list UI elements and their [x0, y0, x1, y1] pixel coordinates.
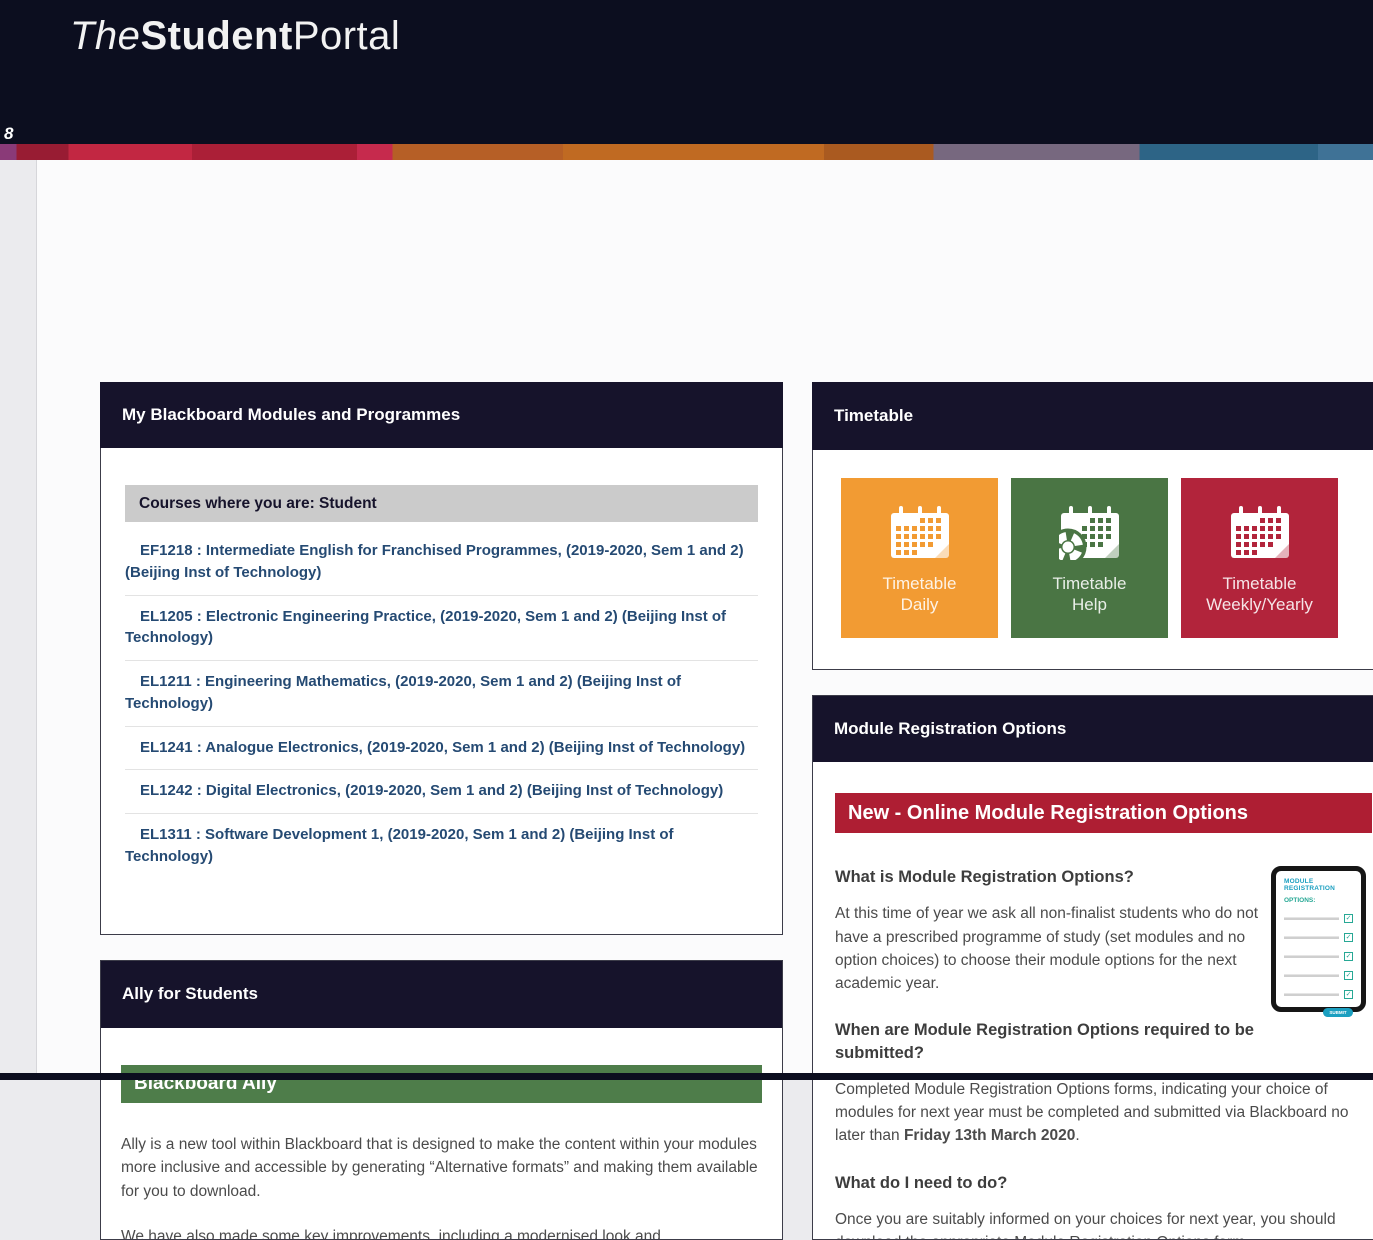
calendar-help-icon	[1059, 506, 1121, 560]
new-online-module-registration-banner: New - Online Module Registration Options	[835, 793, 1372, 833]
timetable-tile-row: Timetable Daily	[813, 450, 1373, 638]
logo-portal: Portal	[293, 14, 401, 58]
module-registration-body: New - Online Module Registration Options…	[813, 762, 1373, 1240]
modules-panel: My Blackboard Modules and Programmes Cou…	[100, 382, 783, 935]
ally-body: Ally is a new tool within Blackboard tha…	[121, 1133, 762, 1240]
course-link[interactable]: EF1218 : Intermediate English for Franch…	[125, 530, 758, 596]
section-paragraph: Once you are suitably informed on your c…	[835, 1208, 1372, 1240]
course-link[interactable]: EL1211 : Engineering Mathematics, (2019-…	[125, 661, 758, 727]
checkbox-icon	[1344, 952, 1353, 961]
brand-color-stripe	[0, 144, 1373, 160]
clipboard-row	[1284, 933, 1353, 942]
timetable-help-tile[interactable]: Timetable Help	[1011, 478, 1168, 638]
calendar-icon	[889, 506, 951, 560]
checkbox-icon	[1344, 990, 1353, 999]
timetable-weekly-yearly-tile[interactable]: Timetable Weekly/Yearly	[1181, 478, 1338, 638]
clipboard-heading: MODULE REGISTRATION	[1284, 878, 1353, 892]
course-link[interactable]: EL1311 : Software Development 1, (2019-2…	[125, 814, 758, 879]
course-link[interactable]: EL1241 : Analogue Electronics, (2019-202…	[125, 727, 758, 771]
ally-paragraph: We have also made some key improvements,…	[121, 1225, 762, 1240]
tile-label: Timetable Weekly/Yearly	[1181, 573, 1338, 616]
portal-logo: TheStudentPortal	[70, 14, 400, 59]
ally-paragraph: Ally is a new tool within Blackboard tha…	[121, 1133, 762, 1203]
section-paragraph: Completed Module Registration Options fo…	[835, 1078, 1372, 1148]
clipboard-row	[1284, 971, 1353, 980]
checkbox-icon	[1344, 914, 1353, 923]
bottom-edge-bar	[0, 1073, 1373, 1080]
checkbox-icon	[1344, 933, 1353, 942]
tile-label: Timetable Daily	[841, 573, 998, 616]
section-paragraph: At this time of year we ask all non-fina…	[835, 902, 1271, 995]
module-registration-panel-title: Module Registration Options	[812, 695, 1373, 762]
clipboard-row	[1284, 914, 1353, 923]
clipboard-row	[1284, 990, 1353, 999]
module-registration-panel: Module Registration Options New - Online…	[812, 695, 1373, 1240]
blackboard-ally-banner: Blackboard Ally	[121, 1065, 762, 1103]
stripe-overlay-glyph: 8	[4, 124, 13, 144]
courses-filter-label: Courses where you are: Student	[125, 485, 758, 522]
timetable-daily-tile[interactable]: Timetable Daily	[841, 478, 998, 638]
masthead: TheStudentPortal	[0, 0, 1373, 144]
logo-the: The	[70, 14, 140, 58]
logo-student: Student	[140, 14, 292, 58]
content-area: My Blackboard Modules and Programmes Cou…	[36, 160, 1373, 1080]
ally-panel-title: Ally for Students	[100, 960, 783, 1028]
course-link[interactable]: EL1242 : Digital Electronics, (2019-2020…	[125, 770, 758, 814]
ally-panel: Ally for Students Blackboard Ally Ally i…	[100, 960, 783, 1240]
clipboard-row	[1284, 952, 1353, 961]
checkbox-icon	[1344, 971, 1353, 980]
course-link[interactable]: EL1205 : Electronic Engineering Practice…	[125, 596, 758, 662]
deadline-date: Friday 13th March 2020	[904, 1127, 1075, 1144]
section-heading: What do I need to do?	[835, 1172, 1372, 1194]
clipboard-submit-pill: SUBMIT	[1323, 1008, 1353, 1017]
section-heading: When are Module Registration Options req…	[835, 1019, 1320, 1064]
tile-label: Timetable Help	[1011, 573, 1168, 616]
clipboard-subheading: OPTIONS:	[1284, 897, 1353, 904]
timetable-panel-title: Timetable	[812, 382, 1373, 450]
timetable-panel: Timetable	[812, 382, 1373, 670]
course-list: EF1218 : Intermediate English for Franch…	[125, 530, 758, 879]
calendar-icon	[1229, 506, 1291, 560]
modules-panel-title: My Blackboard Modules and Programmes	[100, 382, 783, 448]
module-registration-clipboard-icon: MODULE REGISTRATION OPTIONS: SUBMIT	[1271, 866, 1366, 1012]
